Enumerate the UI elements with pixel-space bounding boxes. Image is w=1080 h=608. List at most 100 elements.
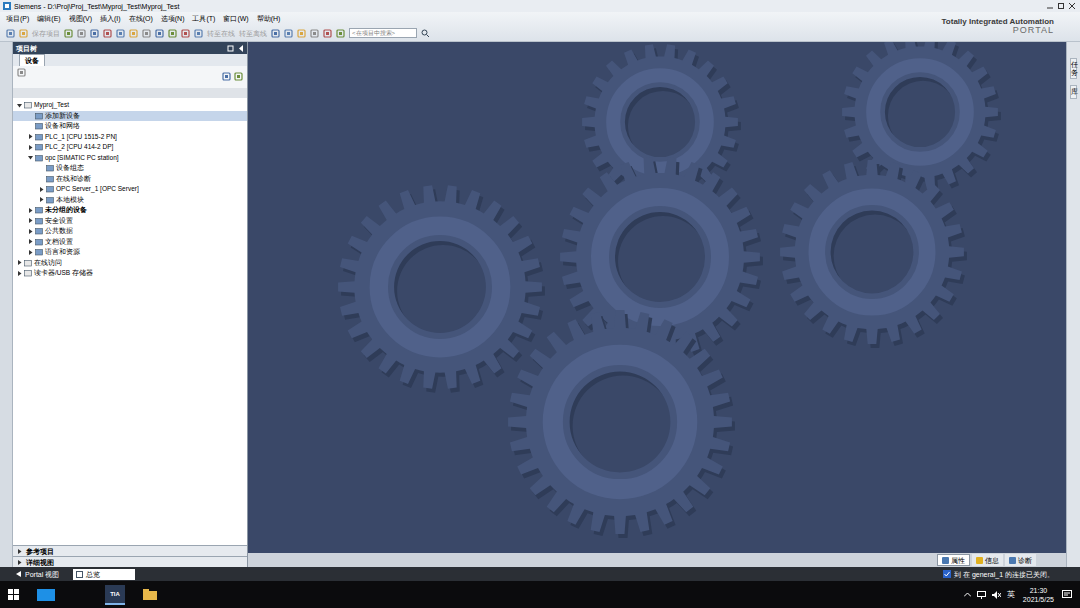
save-project-button[interactable]: 保存项目 [32,30,60,37]
menu-item[interactable]: 编辑(E) [37,15,60,22]
toolbar-icon[interactable] [222,72,231,81]
tree-item[interactable]: OPC Server_1 [OPC Server] [13,184,247,195]
bottom-section[interactable]: 详细视图 [13,556,247,567]
collapsed-arrow-icon[interactable] [28,145,33,150]
collapsed-arrow-icon[interactable] [39,197,44,202]
tree-band [13,88,247,98]
tree-item[interactable]: 读卡器/USB 存储器 [13,268,247,279]
restore-icon[interactable] [1058,3,1064,9]
toolbar-icon[interactable] [323,29,332,38]
portal-view-button[interactable]: Portal 视图 [16,571,59,578]
toolbar-icon[interactable] [6,29,15,38]
menu-item[interactable]: 在线(O) [129,15,153,22]
tray-chevron-icon[interactable] [964,592,971,597]
inspector-tab[interactable]: 信息 [972,554,1003,566]
tree-item[interactable]: 本地模块 [13,195,247,206]
collapsed-arrow-icon[interactable] [28,250,33,255]
node-icon [24,101,32,109]
toolbar-icon[interactable] [129,29,138,38]
tree-item[interactable]: 文档设置 [13,237,247,248]
inspector-tab[interactable]: 属性 [937,554,970,566]
windows-start-icon[interactable] [8,589,19,600]
collapse-icon[interactable] [238,45,244,52]
close-icon[interactable] [1069,3,1075,9]
toolbar-icon[interactable] [168,29,177,38]
expanded-arrow-icon[interactable] [28,155,33,160]
toolbar-icon[interactable] [19,29,28,38]
tree-item[interactable]: 公共数据 [13,226,247,237]
minimize-icon[interactable] [1047,3,1053,9]
tree-item[interactable]: 安全设置 [13,216,247,227]
inspector-tab[interactable]: 诊断 [1005,554,1036,566]
collapsed-arrow-icon[interactable] [17,549,22,554]
tree-item[interactable]: PLC_2 [CPU 414-2 DP] [13,142,247,153]
toolbar-icon[interactable] [90,29,99,38]
go-online-button[interactable]: 转至在线 [207,30,235,37]
toolbar-icon[interactable] [194,29,203,38]
toolbar-icon[interactable] [142,29,151,38]
brand: Totally Integrated AutomationPORTAL [942,12,1080,41]
toolbar-icon[interactable] [181,29,190,38]
toolbar-icon[interactable] [103,29,112,38]
toolbar-icon[interactable] [155,29,164,38]
bottom-section[interactable]: 参考项目 [13,545,247,556]
tree-item[interactable]: 添加新设备 [13,111,247,122]
menu-item[interactable]: 项目(P) [6,15,29,22]
tree-item[interactable]: 在线访问 [13,258,247,269]
toolbar-icon[interactable] [17,68,26,77]
tree-item[interactable]: Myproj_Test [13,100,247,111]
collapsed-arrow-icon[interactable] [39,187,44,192]
tree-item[interactable]: 设备组态 [13,163,247,174]
clock[interactable]: 21:302021/5/25 [1021,587,1056,603]
panel-tab[interactable]: 设备 [19,54,45,66]
title-bar: Siemens - D:\Proj\Proj_Test\Myproj_Test\… [0,0,1080,12]
toolbar-icon[interactable] [336,29,345,38]
tree-item[interactable]: opc [SIMATIC PC station] [13,153,247,164]
collapsed-arrow-icon[interactable] [17,260,22,265]
search-field[interactable]: <在项目中搜索> [349,28,417,38]
collapsed-arrow-icon[interactable] [28,134,33,139]
menu-item[interactable]: 插入(I) [100,15,121,22]
desktop-app-icon[interactable] [37,589,55,601]
toolbar-icon[interactable] [284,29,293,38]
tree-item[interactable]: 设备和网络 [13,121,247,132]
toolbar-icon[interactable] [234,72,243,81]
tree-item[interactable]: PLC_1 [CPU 1515-2 PN] [13,132,247,143]
network-icon[interactable] [977,591,986,599]
notification-icon[interactable] [1062,590,1072,599]
toolbar-icon[interactable] [310,29,319,38]
pin-icon[interactable] [227,45,234,52]
menu-item[interactable]: 窗口(W) [223,15,248,22]
menu-item[interactable]: 选项(N) [161,15,185,22]
tab-icon [1009,557,1016,564]
tia-taskbar-app[interactable]: TIA [105,585,125,605]
folder-icon[interactable] [143,589,157,600]
expanded-arrow-icon[interactable] [17,103,22,108]
search-icon[interactable] [421,29,429,37]
overview-tab[interactable]: 总览 [73,569,135,580]
task-card-tab[interactable]: 任务 [1070,58,1077,79]
node-icon [46,175,54,183]
go-offline-button[interactable]: 转至离线 [239,30,267,37]
tree-item[interactable]: 语言和资源 [13,247,247,258]
menu-item[interactable]: 帮助(H) [257,15,281,22]
menu-item[interactable]: 工具(T) [192,15,215,22]
collapsed-arrow-icon[interactable] [28,218,33,223]
collapsed-arrow-icon[interactable] [28,229,33,234]
menu-item[interactable]: 视图(V) [69,15,92,22]
collapsed-arrow-icon[interactable] [28,239,33,244]
tree-item[interactable]: 在线和诊断 [13,174,247,185]
volume-icon[interactable] [992,591,1001,599]
toolbar-icon[interactable] [116,29,125,38]
task-card-tab[interactable]: 库 [1070,85,1077,99]
toolbar-icon[interactable] [77,29,86,38]
panel-header: 项目树 [13,42,247,54]
collapsed-arrow-icon[interactable] [17,560,22,565]
toolbar-icon[interactable] [64,29,73,38]
toolbar-icon[interactable] [271,29,280,38]
collapsed-arrow-icon[interactable] [17,271,22,276]
tree-item[interactable]: 未分组的设备 [13,205,247,216]
ime-indicator[interactable]: 英 [1007,591,1015,599]
toolbar-icon[interactable] [297,29,306,38]
collapsed-arrow-icon[interactable] [28,208,33,213]
